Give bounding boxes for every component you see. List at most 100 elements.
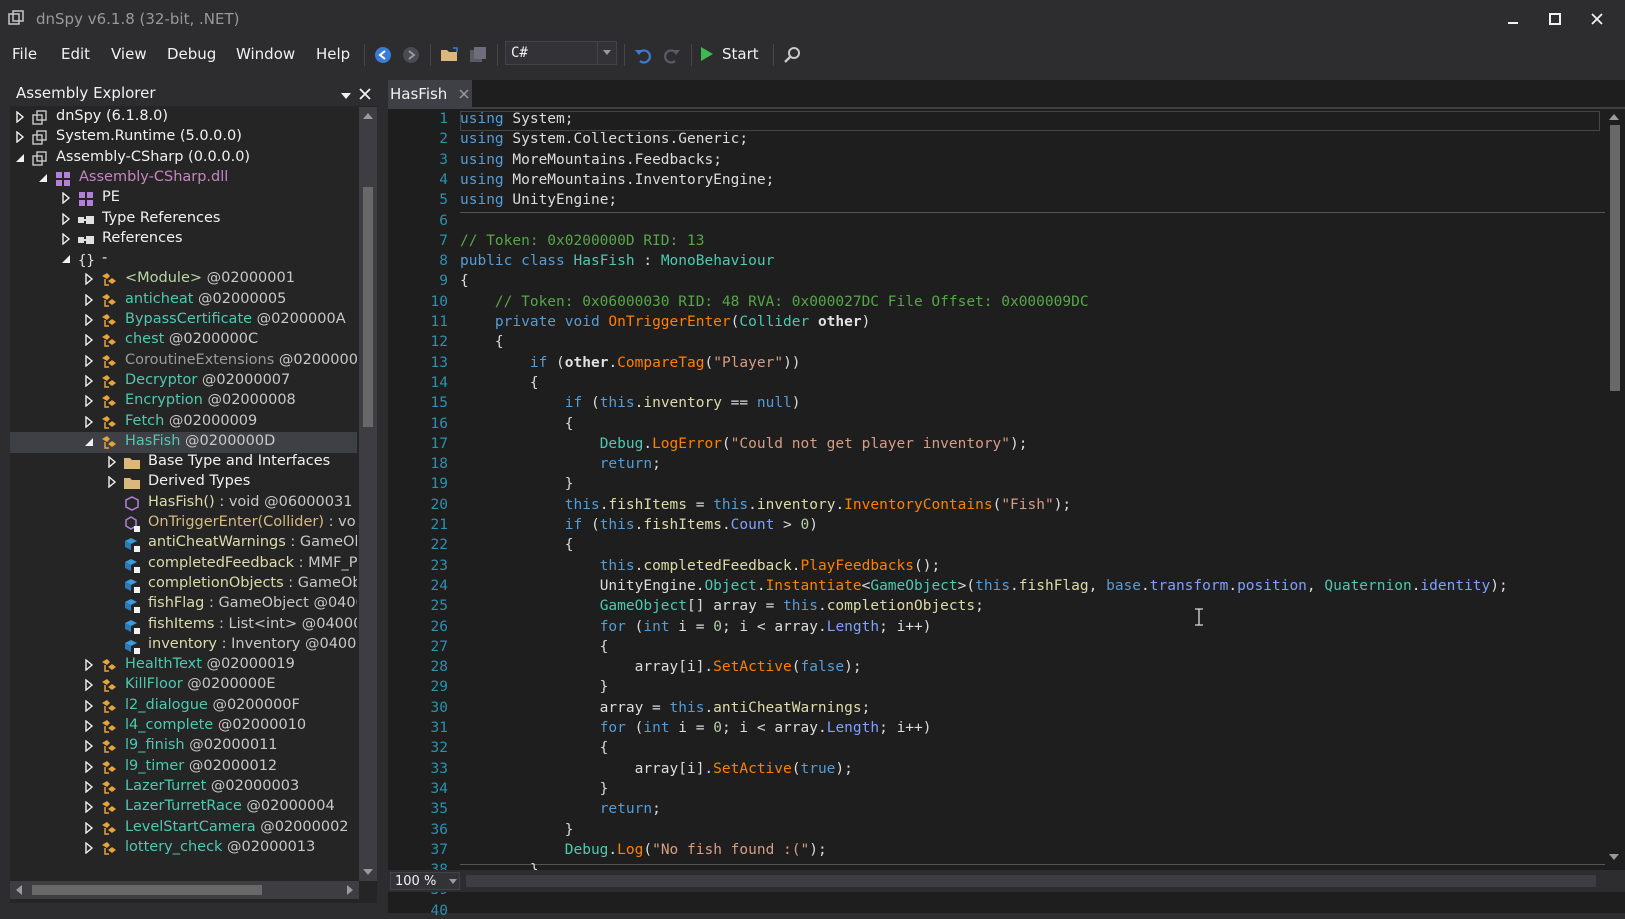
collapse-arrow-icon[interactable] [14,110,26,124]
open-button[interactable] [438,43,462,67]
tree-item[interactable]: Fetch @02000009 [10,412,357,433]
scroll-up-icon[interactable] [1605,109,1623,125]
tree-horizontal-scrollbar[interactable] [10,881,359,899]
save-all-button[interactable] [466,43,490,67]
tree-item[interactable]: Base Type and Interfaces [10,452,357,473]
collapse-arrow-icon[interactable] [83,394,95,408]
close-button[interactable] [1577,6,1617,32]
tree-item[interactable]: BypassCertificate @0200000A [10,310,357,331]
minimize-button[interactable] [1493,6,1533,32]
search-button[interactable] [780,43,804,67]
collapse-arrow-icon[interactable] [83,313,95,327]
collapse-arrow-icon[interactable] [83,719,95,733]
collapse-arrow-icon[interactable] [106,475,118,489]
collapse-arrow-icon[interactable] [106,455,118,469]
tree-horizontal-thumb[interactable] [32,885,262,895]
menu-view[interactable]: View [111,42,147,66]
tree-item[interactable]: fishItems : List<int> @0400001 [10,615,357,636]
collapse-arrow-icon[interactable] [83,821,95,834]
tab-hasfish[interactable]: HasFish [388,80,472,107]
collapse-arrow-icon[interactable] [83,678,95,692]
maximize-button[interactable] [1535,6,1575,32]
tree-item[interactable]: chest @0200000C [10,330,357,351]
collapse-arrow-icon[interactable] [83,658,95,672]
tree-item[interactable]: Type References [10,209,357,230]
tree-item[interactable]: Assembly-CSharp.dll [10,168,357,189]
tree-item[interactable]: anticheat @02000005 [10,290,357,311]
collapse-arrow-icon[interactable] [83,780,95,794]
expand-arrow-icon[interactable] [14,152,26,164]
tree-item[interactable]: {} - [10,249,357,270]
code-horizontal-scrollbar[interactable] [466,875,1596,887]
tree-item[interactable]: References [10,229,357,250]
close-icon[interactable] [459,88,469,99]
tree-item[interactable]: lottery_check @02000013 [10,838,357,859]
panel-close-button[interactable] [359,85,371,104]
collapse-arrow-icon[interactable] [83,841,95,855]
collapse-arrow-icon[interactable] [83,272,95,286]
expand-arrow-icon[interactable] [37,172,49,184]
expand-arrow-icon[interactable] [60,253,72,265]
redo-button[interactable] [660,43,684,67]
tree-item[interactable]: <Module> @02000001 [10,269,357,290]
menu-file[interactable]: File [12,42,37,66]
scroll-down-icon[interactable] [359,863,377,881]
tree-item[interactable]: completedFeedback : MMF_Pla [10,554,357,575]
scroll-up-icon[interactable] [359,107,377,125]
tree-item[interactable]: l9_finish @02000011 [10,736,357,757]
tree-item[interactable]: CoroutineExtensions @02000006 [10,351,357,372]
tree-item[interactable]: Assembly-CSharp (0.0.0.0) [10,148,357,169]
code-view[interactable]: using System; using System.Collections.Ge… [460,109,1605,870]
tree-item[interactable]: l2_dialogue @0200000F [10,696,357,717]
tree-item[interactable]: HealthText @02000019 [10,655,357,676]
tree-item[interactable]: Derived Types [10,472,357,493]
tree-item[interactable]: PE [10,188,357,209]
tree-item[interactable]: l4_complete @02000010 [10,716,357,737]
code-vertical-thumb[interactable] [1610,125,1620,391]
tree-item[interactable]: Decryptor @02000007 [10,371,357,392]
tree-item[interactable]: LazerTurretRace @02000004 [10,797,357,818]
tree-item[interactable]: LazerTurret @02000003 [10,777,357,798]
collapse-arrow-icon[interactable] [60,212,72,225]
forward-button[interactable] [399,43,423,67]
tree-item[interactable]: KillFloor @0200000E [10,675,357,696]
scroll-down-icon[interactable] [1605,849,1623,865]
back-button[interactable] [371,43,395,67]
menu-window[interactable]: Window [236,42,295,66]
collapse-arrow-icon[interactable] [14,130,26,144]
panel-menu-button[interactable] [340,86,352,105]
zoom-dropdown[interactable]: 100 % [390,872,460,890]
tree-item[interactable]: System.Runtime (5.0.0.0) [10,127,357,148]
collapse-arrow-icon[interactable] [83,293,95,307]
collapse-arrow-icon[interactable] [83,333,95,347]
collapse-arrow-icon[interactable] [83,739,95,753]
language-dropdown[interactable]: C# [505,41,617,65]
tree-vertical-thumb[interactable] [363,187,373,427]
collapse-arrow-icon[interactable] [83,760,95,774]
collapse-arrow-icon[interactable] [83,374,95,388]
collapse-arrow-icon[interactable] [83,800,95,814]
tree-item[interactable]: dnSpy (6.1.8.0) [10,107,357,128]
menu-help[interactable]: Help [316,42,350,66]
tree-vertical-scrollbar[interactable] [359,107,377,881]
undo-button[interactable] [631,43,655,67]
tree-item[interactable]: HasFish @0200000D [10,431,357,453]
collapse-arrow-icon[interactable] [60,232,72,246]
tree-item[interactable]: Encryption @02000008 [10,391,357,412]
tree-item[interactable]: HasFish() : void @06000031 [10,493,357,514]
tree-item[interactable]: l9_timer @02000012 [10,757,357,778]
scroll-left-icon[interactable] [10,881,28,899]
tree-item[interactable]: OnTriggerEnter(Collider) : void [10,513,357,534]
assembly-tree[interactable]: dnSpy (6.1.8.0) System.Runtime (5.0.0.0) A… [10,107,357,881]
expand-arrow-icon[interactable] [83,436,95,448]
menu-debug[interactable]: Debug [167,42,216,66]
collapse-arrow-icon[interactable] [60,191,72,205]
collapse-arrow-icon[interactable] [83,354,95,368]
start-debug-button[interactable]: Start [700,42,764,66]
collapse-arrow-icon[interactable] [83,415,95,428]
code-vertical-scrollbar[interactable] [1605,109,1625,870]
tree-item[interactable]: inventory : Inventory @0400001 [10,635,357,656]
scroll-right-icon[interactable] [341,881,359,899]
tree-item[interactable]: fishFlag : GameObject @04000 [10,594,357,615]
menu-edit[interactable]: Edit [61,42,90,66]
